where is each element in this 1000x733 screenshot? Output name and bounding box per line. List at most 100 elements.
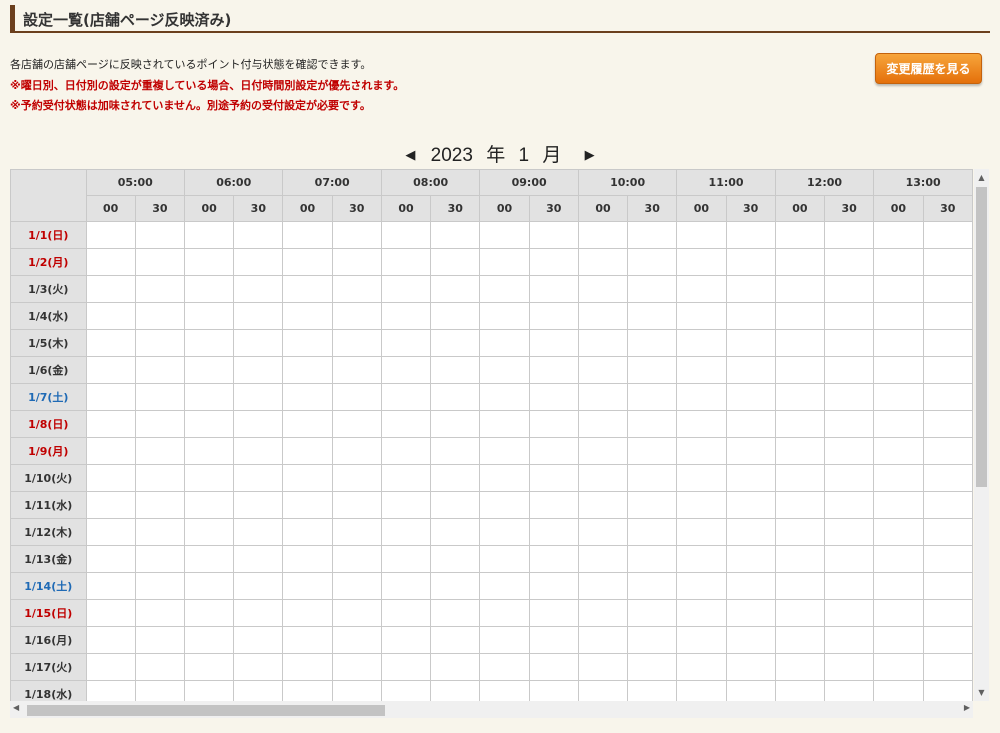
time-slot-cell[interactable] [774,653,826,681]
time-slot-cell[interactable] [873,518,924,546]
time-slot-cell[interactable] [528,302,579,330]
time-slot-cell[interactable] [233,464,284,492]
time-slot-cell[interactable] [233,437,284,465]
scroll-up-icon[interactable]: ▲ [974,173,989,182]
time-slot-cell[interactable] [528,437,579,465]
time-slot-cell[interactable] [233,356,284,384]
time-slot-cell[interactable] [233,491,284,519]
time-slot-cell[interactable] [331,572,382,600]
time-slot-cell[interactable] [824,491,875,519]
time-slot-cell[interactable] [627,680,678,701]
time-slot-cell[interactable] [873,221,924,249]
time-slot-cell[interactable] [627,248,678,276]
time-slot-cell[interactable] [430,653,481,681]
time-slot-cell[interactable] [774,221,826,249]
time-slot-cell[interactable] [183,491,235,519]
time-slot-cell[interactable] [331,383,382,411]
time-slot-cell[interactable] [627,356,678,384]
time-slot-cell[interactable] [528,356,579,384]
time-slot-cell[interactable] [85,572,136,600]
vertical-scroll-thumb[interactable] [976,187,987,487]
time-slot-cell[interactable] [922,680,973,701]
time-slot-cell[interactable] [331,410,382,438]
time-slot-cell[interactable] [134,680,185,701]
time-slot-cell[interactable] [676,248,727,276]
time-slot-cell[interactable] [479,653,530,681]
time-slot-cell[interactable] [922,302,973,330]
time-slot-cell[interactable] [479,572,530,600]
time-slot-cell[interactable] [85,518,136,546]
time-slot-cell[interactable] [183,275,235,303]
time-slot-cell[interactable] [725,221,776,249]
time-slot-cell[interactable] [85,545,136,573]
time-slot-cell[interactable] [922,518,973,546]
time-slot-cell[interactable] [627,599,678,627]
time-slot-cell[interactable] [824,653,875,681]
time-slot-cell[interactable] [725,329,776,357]
time-slot-cell[interactable] [183,302,235,330]
time-slot-cell[interactable] [528,599,579,627]
time-slot-cell[interactable] [577,248,629,276]
time-slot-cell[interactable] [922,275,973,303]
time-slot-cell[interactable] [183,437,235,465]
time-slot-cell[interactable] [873,410,924,438]
time-slot-cell[interactable] [233,518,284,546]
time-slot-cell[interactable] [922,491,973,519]
time-slot-cell[interactable] [380,437,432,465]
time-slot-cell[interactable] [725,491,776,519]
time-slot-cell[interactable] [479,545,530,573]
time-slot-cell[interactable] [282,221,333,249]
time-slot-cell[interactable] [774,626,826,654]
time-slot-cell[interactable] [774,356,826,384]
time-slot-cell[interactable] [479,221,530,249]
time-slot-cell[interactable] [233,545,284,573]
time-slot-cell[interactable] [85,275,136,303]
time-slot-cell[interactable] [479,437,530,465]
scroll-down-icon[interactable]: ▼ [974,688,989,697]
time-slot-cell[interactable] [824,356,875,384]
time-slot-cell[interactable] [577,275,629,303]
time-slot-cell[interactable] [430,518,481,546]
time-slot-cell[interactable] [627,329,678,357]
time-slot-cell[interactable] [725,653,776,681]
time-slot-cell[interactable] [528,653,579,681]
time-slot-cell[interactable] [134,572,185,600]
time-slot-cell[interactable] [134,491,185,519]
time-slot-cell[interactable] [430,302,481,330]
time-slot-cell[interactable] [479,491,530,519]
time-slot-cell[interactable] [183,680,235,701]
time-slot-cell[interactable] [725,275,776,303]
time-slot-cell[interactable] [282,626,333,654]
time-slot-cell[interactable] [528,248,579,276]
time-slot-cell[interactable] [331,680,382,701]
time-slot-cell[interactable] [528,464,579,492]
time-slot-cell[interactable] [233,410,284,438]
time-slot-cell[interactable] [479,410,530,438]
time-slot-cell[interactable] [233,302,284,330]
time-slot-cell[interactable] [528,545,579,573]
time-slot-cell[interactable] [824,248,875,276]
time-slot-cell[interactable] [774,545,826,573]
time-slot-cell[interactable] [774,599,826,627]
time-slot-cell[interactable] [725,410,776,438]
time-slot-cell[interactable] [725,383,776,411]
time-slot-cell[interactable] [577,464,629,492]
time-slot-cell[interactable] [233,599,284,627]
time-slot-cell[interactable] [774,275,826,303]
time-slot-cell[interactable] [430,572,481,600]
time-slot-cell[interactable] [873,437,924,465]
time-slot-cell[interactable] [233,383,284,411]
time-slot-cell[interactable] [282,545,333,573]
time-slot-cell[interactable] [479,518,530,546]
time-slot-cell[interactable] [676,329,727,357]
time-slot-cell[interactable] [676,275,727,303]
time-slot-cell[interactable] [676,599,727,627]
time-slot-cell[interactable] [134,248,185,276]
time-slot-cell[interactable] [134,221,185,249]
time-slot-cell[interactable] [824,545,875,573]
time-slot-cell[interactable] [233,221,284,249]
time-slot-cell[interactable] [627,302,678,330]
time-slot-cell[interactable] [922,572,973,600]
time-slot-cell[interactable] [85,329,136,357]
time-slot-cell[interactable] [331,491,382,519]
